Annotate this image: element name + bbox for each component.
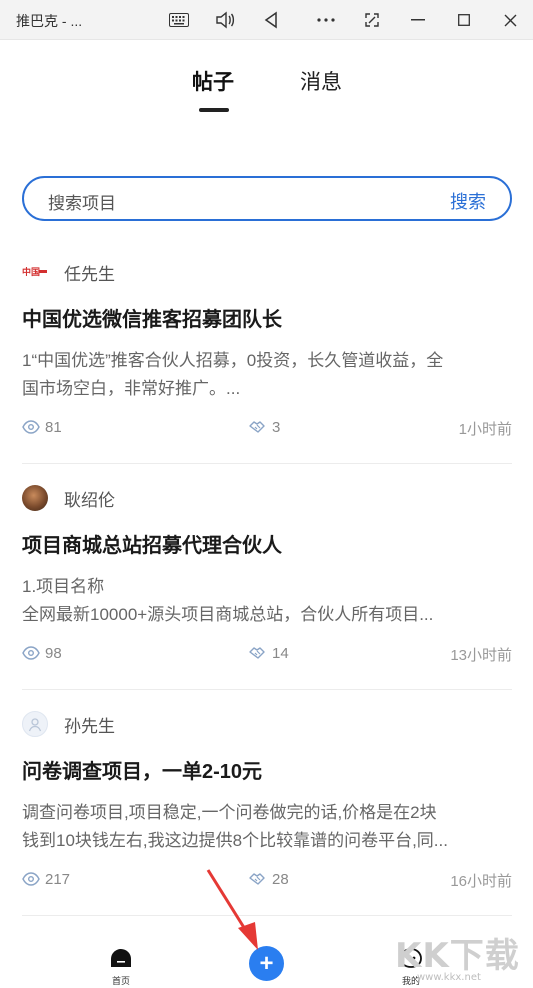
search-button[interactable]: 搜索 — [450, 188, 486, 214]
post-time: 1小时前 — [458, 421, 512, 438]
post-time: 13小时前 — [450, 647, 512, 664]
tab-posts[interactable]: 帖子 — [192, 66, 234, 96]
views-count: 98 — [22, 644, 62, 662]
views-count: 81 — [22, 418, 62, 436]
views-value: 217 — [45, 870, 71, 888]
eye-icon — [22, 870, 40, 888]
divider — [22, 463, 512, 464]
annotation-arrow-icon — [206, 869, 258, 950]
author-name: 任先生 — [64, 264, 115, 284]
tab-bar: 帖子 消息 — [0, 66, 533, 116]
post-author: 耿绍伦 — [22, 484, 115, 512]
popout-icon[interactable] — [358, 6, 386, 34]
post-excerpt-line: 国市场空白，非常好推广。... — [22, 379, 241, 398]
search-bar: 搜索项目 搜索 — [22, 176, 512, 221]
handshake-icon — [248, 644, 266, 662]
post-excerpt-line: 调查问卷项目,项目稳定,一个问卷做完的话,价格是在2块 — [22, 803, 437, 822]
close-icon[interactable] — [496, 6, 524, 34]
post-title[interactable]: 中国优选微信推客招募团队长 — [22, 303, 282, 332]
handshake-value: 3 — [272, 418, 281, 436]
nav-home[interactable]: 首页 — [108, 948, 134, 987]
keyboard-icon[interactable] — [165, 6, 193, 34]
watermark-url: www.kkx.net — [417, 972, 481, 983]
views-value: 81 — [45, 418, 62, 436]
handshake-icon — [248, 418, 266, 436]
volume-icon[interactable] — [211, 6, 239, 34]
views-count: 217 — [22, 870, 70, 888]
window-title: 推巴克 - ... — [16, 13, 83, 29]
post-excerpt: 1“中国优选”推客合伙人招募，0投资，长久管道收益，全 国市场空白，非常好推广。… — [22, 347, 512, 403]
post-title[interactable]: 项目商城总站招募代理合伙人 — [22, 529, 282, 558]
back-icon[interactable] — [257, 6, 285, 34]
divider — [22, 689, 512, 690]
minimize-icon[interactable] — [404, 6, 432, 34]
post-title[interactable]: 问卷调查项目，一单2-10元 — [22, 755, 262, 784]
watermark-logo: KK下载 — [395, 936, 520, 976]
post-time: 16小时前 — [450, 873, 512, 890]
more-icon[interactable] — [312, 6, 340, 34]
handshake-count[interactable]: 14 — [248, 644, 289, 662]
post-stats: 98 14 13小时前 — [22, 644, 512, 666]
nav-home-label: 首页 — [111, 976, 130, 986]
handshake-value: 14 — [272, 644, 289, 662]
post-excerpt-line: 1“中国优选”推客合伙人招募，0投资，长久管道收益，全 — [22, 351, 444, 370]
window-titlebar: 推巴克 - ... — [0, 0, 533, 40]
photo-avatar — [22, 485, 48, 511]
maximize-icon[interactable] — [450, 6, 478, 34]
handshake-count[interactable]: 3 — [248, 418, 280, 436]
views-value: 98 — [45, 644, 62, 662]
post-card[interactable]: 中国 任先生 中国优选微信推客招募团队长 1“中国优选”推客合伙人招募，0投资，… — [22, 258, 512, 444]
post-stats: 81 3 1小时前 — [22, 418, 512, 440]
active-tab-indicator — [199, 108, 229, 112]
post-card[interactable]: 耿绍伦 项目商城总站招募代理合伙人 1.项目名称 全网最新10000+源头项目商… — [22, 484, 512, 670]
eye-icon — [22, 418, 40, 436]
post-excerpt-line: 1.项目名称 — [22, 577, 105, 596]
handshake-value: 28 — [272, 870, 289, 888]
watermark: KK下载 www.kkx.net — [395, 928, 533, 988]
post-excerpt-line: 钱到10块钱左右,我这边提供8个比较靠谱的问卷平台,同... — [22, 831, 448, 850]
author-name: 孙先生 — [64, 716, 115, 736]
default-avatar — [22, 711, 48, 737]
post-author: 孙先生 — [22, 710, 115, 738]
tab-messages[interactable]: 消息 — [300, 66, 342, 96]
post-excerpt-line: 全网最新10000+源头项目商城总站，合伙人所有项目... — [22, 605, 434, 624]
home-icon — [111, 949, 131, 967]
post-excerpt: 调查问卷项目,项目稳定,一个问卷做完的话,价格是在2块 钱到10块钱左右,我这边… — [22, 799, 512, 855]
eye-icon — [22, 644, 40, 662]
search-input[interactable]: 搜索项目 — [48, 189, 116, 214]
logo-avatar: 中国 — [22, 259, 48, 285]
post-excerpt: 1.项目名称 全网最新10000+源头项目商城总站，合伙人所有项目... — [22, 573, 512, 629]
svg-text:中国: 中国 — [22, 266, 40, 278]
post-author: 中国 任先生 — [22, 258, 115, 286]
author-name: 耿绍伦 — [64, 490, 115, 510]
